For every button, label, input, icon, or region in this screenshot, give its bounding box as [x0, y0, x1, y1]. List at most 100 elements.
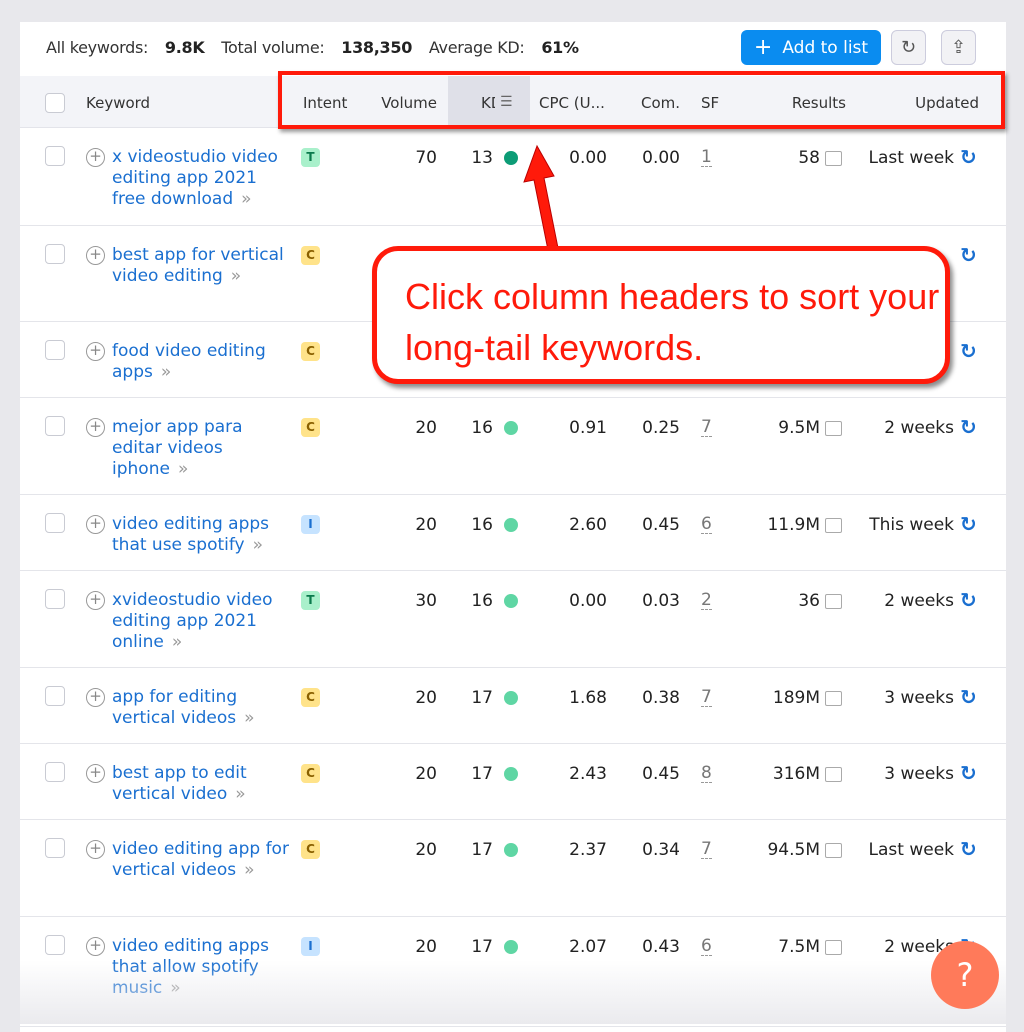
chevron-right-icon[interactable]: »: [241, 189, 251, 209]
refresh-row-icon[interactable]: ↻: [960, 761, 977, 785]
select-all-checkbox[interactable]: [45, 93, 65, 113]
com-value: 0.25: [642, 418, 680, 438]
sf-link[interactable]: 2: [701, 591, 712, 610]
add-keyword-icon[interactable]: +: [86, 342, 105, 361]
add-keyword-icon[interactable]: +: [86, 688, 105, 707]
refresh-row-icon[interactable]: ↻: [960, 837, 977, 861]
kd-dot-icon: [504, 151, 518, 165]
serp-icon[interactable]: [825, 151, 842, 166]
avg-kd-label: Average KD:: [428, 38, 525, 57]
refresh-row-icon[interactable]: ↻: [960, 588, 977, 612]
add-to-list-button[interactable]: + Add to list: [741, 30, 881, 65]
table-row: + video editing app for vertical videos»…: [20, 820, 1006, 917]
add-keyword-icon[interactable]: +: [86, 937, 105, 956]
com-value: 0.45: [642, 764, 680, 784]
kd-value: 17: [471, 937, 493, 957]
updated-value: 2 weeks: [884, 418, 954, 438]
intent-badge: T: [301, 148, 320, 167]
add-keyword-icon[interactable]: +: [86, 591, 105, 610]
sf-link[interactable]: 6: [701, 937, 712, 956]
sf-link[interactable]: 1: [701, 148, 712, 167]
cpc-value: 2.60: [569, 515, 607, 535]
keyword-text: video editing apps that use spotify: [112, 514, 270, 555]
keyword-link[interactable]: app for editing vertical videos »: [112, 687, 292, 729]
keyword-link[interactable]: x videostudio video editing app 2021 fre…: [112, 147, 292, 210]
keyword-link[interactable]: best app for vertical video editing»: [112, 245, 292, 287]
intent-badge: C: [301, 418, 320, 437]
kd-value: 17: [471, 840, 493, 860]
refresh-row-icon[interactable]: ↻: [960, 145, 977, 169]
com-value: 0.34: [642, 840, 680, 860]
row-checkbox[interactable]: [45, 838, 65, 858]
volume-value: 20: [415, 840, 437, 860]
kd-dot-icon: [504, 594, 518, 608]
row-checkbox[interactable]: [45, 146, 65, 166]
keyword-link[interactable]: mejor app para editar videos iphone»: [112, 417, 292, 480]
refresh-row-icon[interactable]: ↻: [960, 512, 977, 536]
row-checkbox[interactable]: [45, 935, 65, 955]
refresh-row-icon[interactable]: ↻: [960, 243, 977, 267]
updated-value: Last week: [868, 148, 954, 168]
row-checkbox[interactable]: [45, 416, 65, 436]
keyword-link[interactable]: food video editing apps»: [112, 341, 292, 383]
refresh-row-icon[interactable]: ↻: [960, 685, 977, 709]
chevron-right-icon[interactable]: »: [235, 784, 245, 804]
serp-icon[interactable]: [825, 767, 842, 782]
keyword-link[interactable]: video editing apps that use spotify»: [112, 514, 292, 556]
updated-value: 2 weeks: [884, 591, 954, 611]
refresh-row-icon[interactable]: ↻: [960, 339, 977, 363]
all-keywords-label: All keywords:: [46, 38, 149, 57]
add-keyword-icon[interactable]: +: [86, 840, 105, 859]
serp-icon[interactable]: [825, 594, 842, 609]
annotation-text: Click column headers to sort your long-t…: [405, 276, 940, 368]
header-keyword[interactable]: Keyword: [86, 94, 150, 112]
keyword-link[interactable]: xvideostudio video editing app 2021 onli…: [112, 590, 292, 653]
serp-icon[interactable]: [825, 421, 842, 436]
sf-link[interactable]: 6: [701, 515, 712, 534]
row-checkbox[interactable]: [45, 686, 65, 706]
row-checkbox[interactable]: [45, 244, 65, 264]
row-checkbox[interactable]: [45, 340, 65, 360]
add-keyword-icon[interactable]: +: [86, 246, 105, 265]
row-checkbox[interactable]: [45, 762, 65, 782]
serp-icon[interactable]: [825, 518, 842, 533]
add-keyword-icon[interactable]: +: [86, 764, 105, 783]
sf-link[interactable]: 7: [701, 688, 712, 707]
add-keyword-icon[interactable]: +: [86, 148, 105, 167]
keyword-text: best app to edit vertical video: [112, 763, 247, 804]
chevron-right-icon[interactable]: »: [172, 632, 182, 652]
table-row: + best app to edit vertical video» C 20 …: [20, 744, 1006, 820]
serp-icon[interactable]: [825, 843, 842, 858]
chevron-right-icon[interactable]: »: [253, 535, 263, 555]
add-to-list-label: Add to list: [782, 37, 869, 58]
add-keyword-icon[interactable]: +: [86, 418, 105, 437]
row-checkbox[interactable]: [45, 589, 65, 609]
cpc-value: 0.91: [569, 418, 607, 438]
serp-icon[interactable]: [825, 691, 842, 706]
chevron-right-icon[interactable]: »: [231, 266, 241, 286]
header-highlight-box: [278, 71, 1005, 129]
sf-link[interactable]: 7: [701, 840, 712, 859]
export-button[interactable]: ⇪: [941, 30, 976, 65]
kd-value: 16: [471, 591, 493, 611]
cpc-value: 0.00: [569, 591, 607, 611]
sf-link[interactable]: 8: [701, 764, 712, 783]
serp-icon[interactable]: [825, 940, 842, 955]
keyword-link[interactable]: video editing app for vertical videos»: [112, 839, 292, 881]
sf-link[interactable]: 7: [701, 418, 712, 437]
keyword-link[interactable]: best app to edit vertical video»: [112, 763, 292, 805]
chevron-right-icon[interactable]: »: [244, 860, 254, 880]
refresh-button[interactable]: ↻: [891, 30, 926, 65]
total-volume-value: 138,350: [341, 38, 413, 57]
row-checkbox[interactable]: [45, 513, 65, 533]
add-keyword-icon[interactable]: +: [86, 515, 105, 534]
kd-value: 16: [471, 515, 493, 535]
chevron-right-icon[interactable]: »: [178, 459, 188, 479]
chevron-right-icon[interactable]: »: [244, 708, 254, 728]
refresh-row-icon[interactable]: ↻: [960, 415, 977, 439]
kd-dot-icon: [504, 691, 518, 705]
annotation-arrow: [523, 144, 559, 251]
help-button[interactable]: ?: [931, 941, 999, 1009]
chevron-right-icon[interactable]: »: [161, 362, 171, 382]
intent-badge: C: [301, 764, 320, 783]
